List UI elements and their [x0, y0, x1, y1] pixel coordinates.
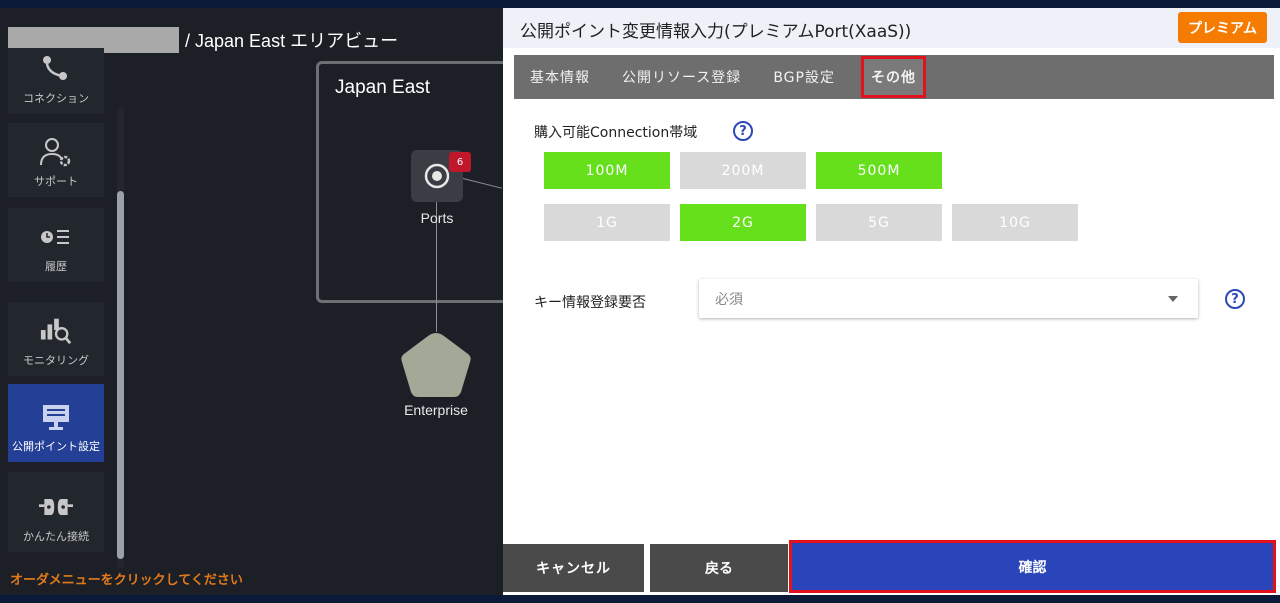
- tab-basic-info[interactable]: 基本情報: [514, 55, 606, 99]
- enterprise-label: Enterprise: [404, 402, 468, 418]
- bandwidth-option-2g[interactable]: 2G: [680, 204, 806, 241]
- connection-icon: [39, 54, 73, 84]
- plug-icon: [39, 492, 73, 522]
- sidebar-item-label: かんたん接続: [23, 530, 89, 543]
- caret-down-icon: [1168, 296, 1178, 302]
- confirm-button[interactable]: 確認: [789, 540, 1276, 593]
- port-target-icon: [424, 163, 450, 189]
- breadcrumb-text: / Japan East エリアビュー: [185, 31, 399, 51]
- bandwidth-label: 購入可能Connection帯域: [534, 125, 698, 141]
- enterprise-node[interactable]: [398, 330, 474, 402]
- sidebar-item-history[interactable]: 履歴: [8, 208, 104, 282]
- sidebar-item-public-point-settings[interactable]: 公開ポイント設定: [8, 384, 104, 462]
- sidebar-item-support[interactable]: サポート: [8, 123, 104, 197]
- change-info-panel: 公開ポイント変更情報入力(プレミアムPort(XaaS)) プレミアム 基本情報…: [503, 8, 1280, 595]
- key-info-value: 必須: [715, 292, 743, 308]
- cancel-button[interactable]: キャンセル: [503, 544, 644, 592]
- order-menu-hint: オーダメニューをクリックしてください: [10, 573, 243, 588]
- history-list-icon: [39, 222, 73, 252]
- ports-label: Ports: [420, 210, 454, 226]
- panel-header: 公開ポイント変更情報入力(プレミアムPort(XaaS)) プレミアム: [503, 8, 1280, 48]
- bandwidth-option-100m[interactable]: 100M: [544, 152, 670, 189]
- key-info-label: キー情報登録要否: [534, 295, 646, 311]
- help-icon[interactable]: ?: [1225, 289, 1245, 309]
- tab-bgp-settings[interactable]: BGP設定: [757, 55, 851, 99]
- key-info-select[interactable]: 必須: [699, 279, 1198, 318]
- sidebar-item-label: コネクション: [23, 92, 89, 105]
- ports-count-badge: 6: [449, 152, 471, 172]
- tab-public-resource[interactable]: 公開リソース登録: [606, 55, 757, 99]
- sidebar-item-label: 公開ポイント設定: [12, 440, 100, 453]
- sidebar-item-label: 履歴: [45, 260, 67, 273]
- support-user-gear-icon: [39, 137, 73, 167]
- help-icon[interactable]: ?: [733, 121, 753, 141]
- tab-other[interactable]: その他: [860, 56, 926, 98]
- region-title: Japan East: [335, 77, 431, 98]
- bandwidth-option-10g[interactable]: 10G: [952, 204, 1078, 241]
- sidebar-item-label: サポート: [34, 175, 78, 188]
- bandwidth-option-1g[interactable]: 1G: [544, 204, 670, 241]
- bandwidth-option-200m[interactable]: 200M: [680, 152, 806, 189]
- bandwidth-option-500m[interactable]: 500M: [816, 152, 942, 189]
- area-view: / Japan East エリアビュー コネクション サポート 履歴 モニタリン…: [0, 8, 503, 595]
- monitoring-chart-icon: [39, 316, 73, 346]
- back-button[interactable]: 戻る: [650, 544, 788, 592]
- premium-badge: プレミアム: [1178, 12, 1267, 43]
- sidebar-item-label: モニタリング: [23, 354, 89, 367]
- bandwidth-option-5g[interactable]: 5G: [816, 204, 942, 241]
- panel-title: 公開ポイント変更情報入力(プレミアムPort(XaaS)): [520, 22, 912, 42]
- tab-bar: 基本情報 公開リソース登録 BGP設定 その他: [514, 55, 1274, 99]
- monitor-icon: [39, 402, 73, 432]
- sidebar-scrollbar[interactable]: [117, 191, 124, 559]
- sidebar-item-monitoring[interactable]: モニタリング: [8, 302, 104, 376]
- sidebar-item-connection[interactable]: コネクション: [8, 48, 104, 114]
- sidebar-item-easy-connect[interactable]: かんたん接続: [8, 472, 104, 552]
